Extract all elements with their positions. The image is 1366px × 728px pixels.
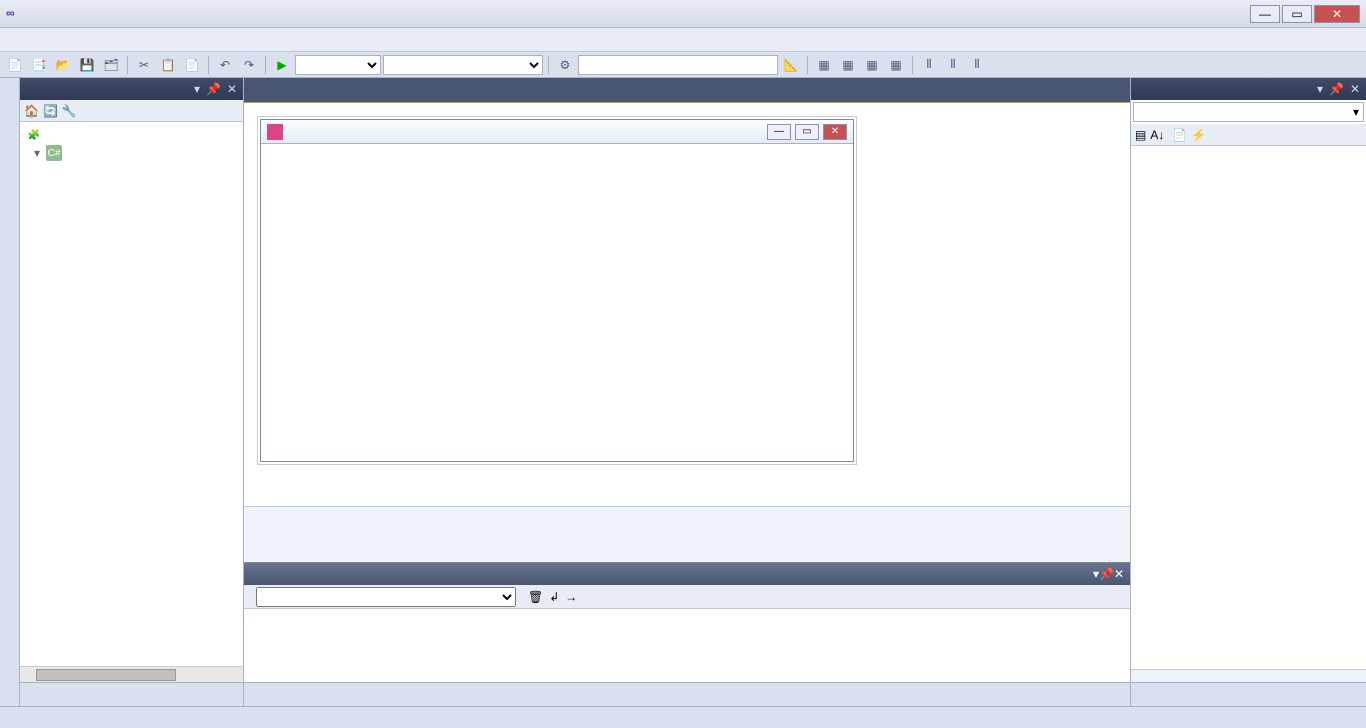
- form-minimize-button[interactable]: —: [767, 124, 791, 140]
- props-close-icon[interactable]: ✕: [1350, 82, 1360, 96]
- chart-svg: [277, 154, 837, 434]
- props-pin-icon[interactable]: 📌: [1329, 82, 1344, 96]
- save-icon[interactable]: 💾: [76, 54, 98, 76]
- main-toolbar: 📄 📑 📂 💾 🗂 ✂ 📋 📄 ↶ ↷ ▶ ⚙ 📐 ▦ ▦ ▦ ▦ ⫴ ⫴ ⫴: [0, 52, 1366, 78]
- categorized-icon[interactable]: ▤: [1135, 128, 1146, 142]
- alpha-icon[interactable]: A↓: [1150, 128, 1164, 142]
- align1-icon[interactable]: ⫴: [918, 54, 940, 76]
- properties-panel: ▾ 📌 ✕ ▾ ▤ A↓ 📄 ⚡: [1130, 78, 1366, 706]
- solution-node[interactable]: 🧩: [22, 126, 241, 144]
- redo-icon[interactable]: ↷: [238, 54, 260, 76]
- properties-grid[interactable]: [1131, 146, 1366, 669]
- new-project-icon[interactable]: 📄: [4, 54, 26, 76]
- solution-explorer-panel: ▾ 📌 ✕ 🏠 🔄 🔧 🧩 ▾C#: [20, 78, 244, 706]
- props-toolbar: ▤ A↓ 📄 ⚡: [1131, 124, 1366, 146]
- pin-icon[interactable]: 📌: [206, 82, 221, 96]
- solution-explorer-toolbar: 🏠 🔄 🔧: [20, 100, 243, 122]
- props-menu-icon[interactable]: ▾: [1317, 82, 1323, 96]
- sln-hscroll[interactable]: [20, 666, 243, 682]
- output-close-icon[interactable]: ✕: [1114, 567, 1124, 581]
- undo-icon[interactable]: ↶: [214, 54, 236, 76]
- events-icon[interactable]: ⚡: [1191, 128, 1206, 142]
- output-body[interactable]: [244, 609, 1130, 682]
- maximize-button[interactable]: ▭: [1282, 5, 1312, 23]
- output-panel: ▾📌✕ 🗑 ↲ →: [244, 562, 1130, 682]
- align2-icon[interactable]: ⫴: [942, 54, 964, 76]
- project-node[interactable]: ▾C#: [22, 144, 241, 162]
- sln-bottom-tabs: [20, 682, 243, 706]
- start-debug-icon[interactable]: ▶: [271, 54, 293, 76]
- home-icon[interactable]: 🏠: [24, 104, 39, 118]
- output-goto-icon[interactable]: →: [565, 590, 577, 604]
- cut-icon[interactable]: ✂: [133, 54, 155, 76]
- copy-icon[interactable]: 📋: [157, 54, 179, 76]
- props-page-icon[interactable]: 📄: [1172, 128, 1187, 142]
- add-item-icon[interactable]: 📑: [28, 54, 50, 76]
- form-titlebar: — ▭ ✕: [261, 120, 853, 144]
- output-header: ▾📌✕: [244, 563, 1130, 585]
- minimize-button[interactable]: —: [1250, 5, 1280, 23]
- find-combo[interactable]: [578, 55, 778, 75]
- tool-icon[interactable]: ⚙: [554, 54, 576, 76]
- output-clear-icon[interactable]: 🗑: [528, 590, 543, 604]
- properties-help: [1131, 669, 1366, 682]
- right-bottom-tabs: [1131, 682, 1366, 706]
- tool2-icon[interactable]: 📐: [780, 54, 802, 76]
- form-close-button[interactable]: ✕: [823, 124, 847, 140]
- panel-menu-icon[interactable]: ▾: [194, 82, 200, 96]
- document-tabs: [244, 78, 1130, 102]
- vs-logo-icon: ∞: [6, 6, 22, 22]
- paste-icon[interactable]: 📄: [181, 54, 203, 76]
- layout2-icon[interactable]: ▦: [837, 54, 859, 76]
- form-maximize-button[interactable]: ▭: [795, 124, 819, 140]
- layout4-icon[interactable]: ▦: [885, 54, 907, 76]
- output-pin-icon[interactable]: 📌: [1099, 567, 1114, 581]
- bottom-tool-tabs: [244, 682, 1130, 706]
- form-window[interactable]: — ▭ ✕: [260, 119, 854, 462]
- open-icon[interactable]: 📂: [52, 54, 74, 76]
- layout1-icon[interactable]: ▦: [813, 54, 835, 76]
- statusbar: [0, 706, 1366, 728]
- save-all-icon[interactable]: 🗂: [100, 54, 122, 76]
- props-object-combo[interactable]: ▾: [1133, 102, 1364, 122]
- data-sources-rail[interactable]: [0, 78, 20, 706]
- form-icon: [267, 124, 283, 140]
- platform-combo[interactable]: [383, 55, 543, 75]
- chart-control[interactable]: [261, 144, 853, 461]
- output-source-combo[interactable]: [256, 587, 516, 607]
- output-toolbar: 🗑 ↲ →: [244, 585, 1130, 609]
- solution-tree: 🧩 ▾C#: [20, 122, 243, 666]
- output-wrap-icon[interactable]: ↲: [549, 590, 559, 604]
- props-icon[interactable]: 🔧: [62, 104, 77, 118]
- designer-surface[interactable]: — ▭ ✕: [244, 102, 1130, 506]
- solution-explorer-header: ▾ 📌 ✕: [20, 78, 243, 100]
- align3-icon[interactable]: ⫴: [966, 54, 988, 76]
- titlebar: ∞ — ▭ ✕: [0, 0, 1366, 28]
- config-combo[interactable]: [295, 55, 381, 75]
- refresh-icon[interactable]: 🔄: [43, 104, 58, 118]
- close-button[interactable]: ✕: [1314, 5, 1360, 23]
- component-tray: [244, 506, 1130, 562]
- panel-close-icon[interactable]: ✕: [227, 82, 237, 96]
- menubar: [0, 28, 1366, 52]
- layout3-icon[interactable]: ▦: [861, 54, 883, 76]
- properties-header: ▾ 📌 ✕: [1131, 78, 1366, 100]
